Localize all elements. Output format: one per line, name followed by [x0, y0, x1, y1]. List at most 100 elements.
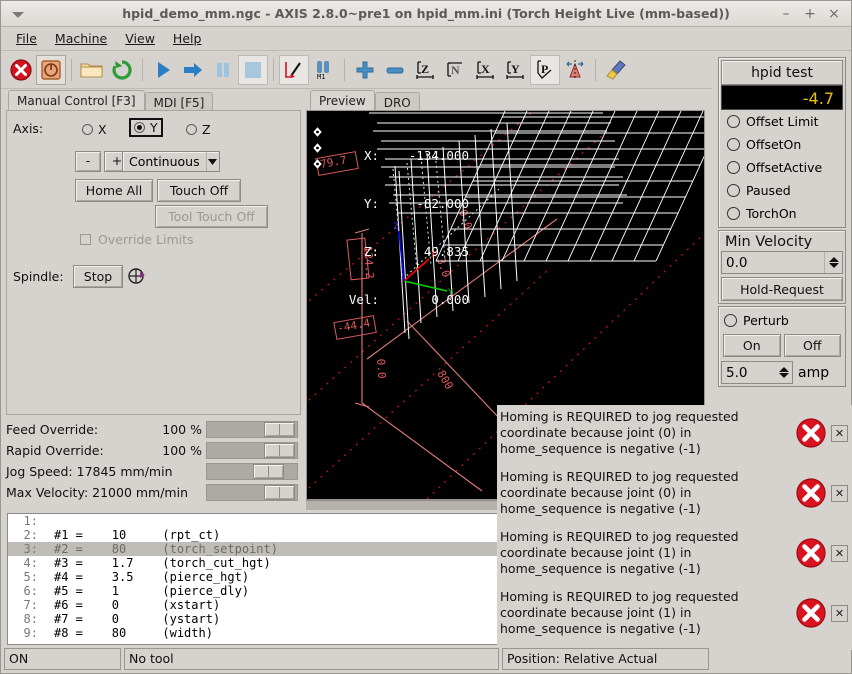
slider-thumb[interactable] — [264, 443, 295, 458]
error-close-button[interactable]: ✕ — [831, 545, 848, 562]
error-close-button[interactable]: ✕ — [831, 605, 848, 622]
chevron-down-icon[interactable] — [206, 152, 219, 171]
minimize-icon[interactable]: – — [775, 3, 797, 25]
hold-request-button[interactable]: Hold-Request — [721, 277, 843, 301]
menu-file[interactable]: File — [7, 28, 46, 49]
optional-stop-icon[interactable]: M1 — [309, 55, 339, 85]
estop-icon[interactable] — [6, 55, 36, 85]
line-number: 3: — [10, 542, 38, 556]
axis-radio-x[interactable]: X — [77, 120, 112, 139]
code-row[interactable]: 7:#6 = 0 (xstart) — [8, 598, 498, 612]
perturb-off-button[interactable]: Off — [784, 334, 842, 357]
chevron-up-icon[interactable] — [829, 257, 839, 262]
feed-override-row: Feed Override:100 % — [6, 419, 301, 439]
max-velocity-row: Max Velocity: 21000 mm/min — [6, 482, 301, 502]
preview-tabs: Preview DRO — [310, 90, 420, 112]
dro-vel-value: 0.000 — [379, 291, 469, 309]
tab-dro[interactable]: DRO — [375, 92, 420, 112]
amp-stepper[interactable] — [775, 362, 792, 383]
hpid-sidebar: hpid test -4.7 Offset Limit OffsetOn Off… — [718, 57, 846, 387]
line-number: 7: — [10, 598, 38, 612]
view-p-icon[interactable]: P — [530, 55, 560, 85]
jog-speed-slider[interactable] — [206, 463, 298, 480]
feed-override-text: Feed Override: — [6, 422, 98, 437]
clear-plot-icon[interactable] — [601, 55, 631, 85]
view-z2-icon[interactable]: N — [440, 55, 470, 85]
view-z-icon[interactable]: Z — [410, 55, 440, 85]
zoom-out-icon[interactable] — [380, 55, 410, 85]
led-offset-active: OffsetActive — [721, 156, 843, 179]
window-title: hpid_demo_mm.ngc - AXIS 2.8.0~pre1 on hp… — [1, 1, 851, 27]
amp-value[interactable]: 5.0 — [722, 365, 775, 381]
chevron-down-icon[interactable] — [829, 263, 839, 268]
min-velocity-stepper[interactable] — [824, 252, 842, 273]
axis-radio-z[interactable]: Z — [181, 120, 216, 139]
menu-help-label: Help — [173, 31, 202, 46]
machine-power-icon[interactable] — [36, 55, 66, 85]
slider-thumb[interactable] — [253, 464, 284, 479]
code-row[interactable]: 5:#4 = 3.5 (pierce_hgt) — [8, 570, 498, 584]
code-row[interactable]: 2:#1 = 10 (rpt_ct) — [8, 528, 498, 542]
amp-spinbox[interactable]: 5.0 — [721, 361, 793, 384]
max-velocity-slider[interactable] — [206, 484, 298, 501]
error-text: Homing is REQUIRED to jog requested coor… — [500, 409, 790, 457]
perturb-on-button[interactable]: On — [723, 334, 781, 357]
rapid-override-slider[interactable] — [206, 442, 298, 459]
spindle-rotate-icon[interactable] — [126, 265, 148, 287]
status-position-mode: Position: Relative Actual — [502, 648, 709, 670]
touch-off-button[interactable]: Touch Off — [157, 179, 241, 202]
slider-thumb[interactable] — [264, 485, 295, 500]
tab-manual-control[interactable]: Manual Control [F3] — [8, 90, 145, 112]
svg-text:X: X — [481, 62, 490, 76]
open-file-icon[interactable] — [77, 55, 107, 85]
code-row[interactable]: 8:#7 = 0 (ystart) — [8, 612, 498, 626]
slider-thumb[interactable] — [264, 422, 295, 437]
skip-line-icon[interactable] — [279, 55, 309, 85]
reload-file-icon[interactable] — [107, 55, 137, 85]
rapid-override-row: Rapid Override:100 % — [6, 440, 301, 460]
tool-cone-icon[interactable] — [560, 55, 590, 85]
spindle-stop-button[interactable]: Stop — [73, 265, 123, 288]
maximize-icon[interactable]: + — [799, 3, 821, 25]
chevron-up-icon[interactable] — [779, 367, 789, 372]
led-torch-on-label: TorchOn — [746, 206, 797, 221]
code-row[interactable]: 6:#5 = 1 (pierce_dly) — [8, 584, 498, 598]
step-program-icon[interactable] — [178, 55, 208, 85]
axis-radio-y[interactable]: Y — [129, 118, 163, 137]
error-close-button[interactable]: ✕ — [831, 485, 848, 502]
pause-program-icon[interactable] — [208, 55, 238, 85]
code-row[interactable]: 9:#8 = 80 (width) — [8, 626, 498, 640]
error-close-button[interactable]: ✕ — [831, 425, 848, 442]
menu-machine[interactable]: Machine — [46, 28, 116, 49]
tab-mdi[interactable]: MDI [F5] — [145, 92, 214, 112]
left-panel-tabs: Manual Control [F3] MDI [F5] — [8, 90, 213, 112]
line-number: 9: — [10, 626, 38, 640]
code-row-selected[interactable]: 3:#2 = 80 (torch_setpoint) — [8, 542, 498, 556]
error-message: Homing is REQUIRED to jog requested coor… — [497, 585, 852, 645]
zoom-in-icon[interactable] — [350, 55, 380, 85]
gcode-listing[interactable]: 1: 2:#1 = 10 (rpt_ct) 3:#2 = 80 (torch_s… — [7, 513, 499, 645]
chevron-down-icon[interactable] — [779, 373, 789, 378]
led-indicator — [724, 314, 737, 327]
jog-minus-button[interactable]: - — [75, 151, 101, 172]
code-row[interactable]: 1: — [8, 514, 498, 528]
jog-increment-select[interactable]: Continuous — [122, 151, 220, 172]
menu-help[interactable]: Help — [164, 28, 211, 49]
line-text: #5 = 1 (pierce_dly) — [38, 584, 249, 598]
run-program-icon[interactable] — [148, 55, 178, 85]
code-row[interactable]: 4:#3 = 1.7 (torch_cut_hgt) — [8, 556, 498, 570]
min-velocity-value[interactable]: 0.0 — [722, 255, 824, 271]
view-y-icon[interactable]: Y — [500, 55, 530, 85]
home-all-button[interactable]: Home All — [75, 179, 153, 202]
tab-preview[interactable]: Preview — [310, 90, 375, 112]
view-x-icon[interactable]: X — [470, 55, 500, 85]
hpid-panel: hpid test -4.7 Offset Limit OffsetOn Off… — [718, 57, 846, 228]
feed-override-slider[interactable] — [206, 421, 298, 438]
min-velocity-spinbox[interactable]: 0.0 — [721, 251, 843, 274]
rapid-override-text: Rapid Override: — [6, 443, 104, 458]
close-icon[interactable]: × — [823, 3, 845, 25]
stop-program-icon[interactable] — [238, 55, 268, 85]
line-text: #2 = 80 (torch_setpoint) — [38, 542, 278, 556]
menu-view[interactable]: View — [116, 28, 164, 49]
toolbar-separator — [142, 59, 143, 81]
